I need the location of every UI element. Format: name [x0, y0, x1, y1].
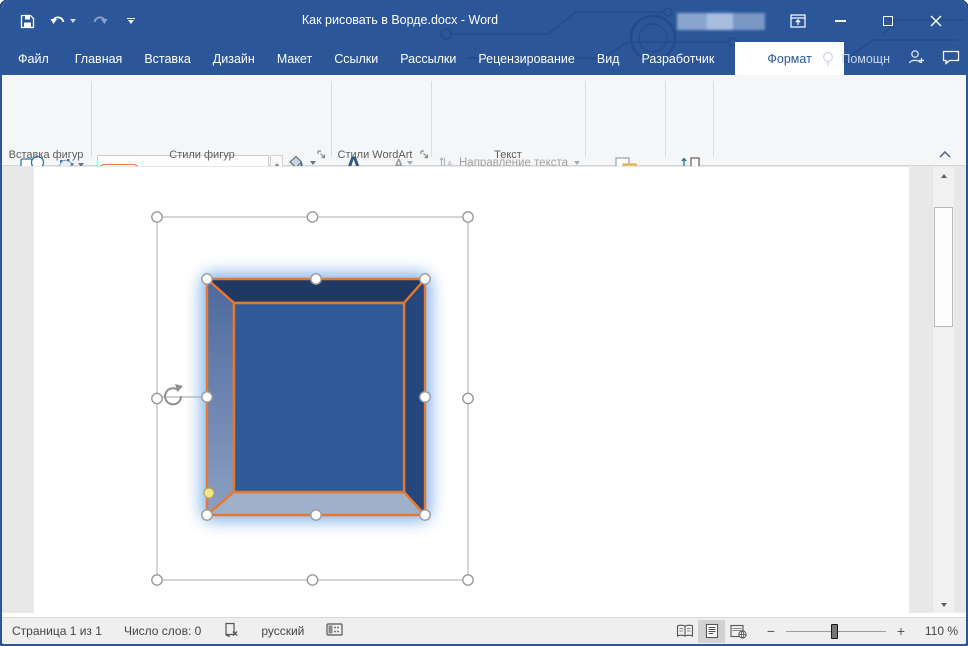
header: Как рисовать в Ворде.docx - Word Файл Гл… — [2, 0, 966, 75]
ribbon: Фигуры A Вставка фигур Абв — [2, 75, 966, 215]
print-layout-button[interactable] — [698, 619, 725, 643]
drawing-overlay — [151, 211, 474, 586]
group-divider — [91, 81, 92, 157]
maximize-button[interactable] — [872, 6, 904, 36]
tab-references[interactable]: Ссылки — [323, 42, 389, 75]
window-title: Как рисовать в Ворде.docx - Word — [301, 13, 499, 27]
customize-qat-button[interactable] — [118, 8, 144, 34]
status-bar: Страница 1 из 1 Число слов: 0 русский − … — [2, 617, 966, 644]
group-divider — [713, 81, 714, 157]
share-button[interactable] — [907, 49, 925, 68]
save-button[interactable] — [14, 8, 40, 34]
adjustment-handle[interactable] — [203, 487, 215, 499]
comments-button[interactable] — [942, 50, 960, 68]
zoom-in-button[interactable]: + — [894, 623, 908, 639]
wordart-dialog-launcher[interactable] — [419, 149, 430, 160]
language[interactable]: русский — [261, 624, 304, 638]
status-right-controls: − + 110 % — [671, 619, 958, 643]
text-direction-caret — [574, 161, 581, 165]
tab-view[interactable]: Вид — [586, 42, 631, 75]
tab-mailings[interactable]: Рассылки — [389, 42, 467, 75]
group-divider — [331, 81, 332, 157]
tab-insert[interactable]: Вставка — [133, 42, 201, 75]
maximize-icon — [883, 16, 893, 26]
undo-button[interactable] — [46, 8, 80, 34]
tab-design[interactable]: Дизайн — [202, 42, 266, 75]
tab-developer[interactable]: Разработчик — [630, 42, 725, 75]
word-count[interactable]: Число слов: 0 — [124, 624, 201, 638]
shape-fill-caret — [310, 161, 316, 165]
tab-file[interactable]: Файл — [3, 42, 64, 75]
comment-icon — [942, 50, 960, 65]
bevel-frame-shape[interactable] — [205, 277, 427, 517]
help-label: Помощн — [841, 51, 890, 66]
proofing-status[interactable] — [223, 622, 239, 641]
ribbon-display-options-button[interactable] — [782, 6, 814, 36]
close-icon — [930, 15, 942, 27]
group-label-insert-shapes: Вставка фигур — [8, 149, 84, 161]
redo-button[interactable] — [86, 8, 112, 34]
group-label-text: Текст — [494, 149, 522, 161]
scroll-up-button[interactable] — [933, 167, 954, 184]
redo-icon — [93, 16, 108, 24]
scrollbar-thumb[interactable] — [934, 207, 953, 327]
page-count[interactable]: Страница 1 из 1 — [12, 624, 102, 638]
print-layout-icon — [705, 623, 718, 639]
vertical-scrollbar[interactable] — [932, 167, 954, 613]
ribbon-display-options-icon — [790, 14, 806, 28]
group-divider — [585, 81, 586, 157]
customize-qat-caret — [128, 20, 134, 25]
web-layout-icon — [730, 624, 747, 639]
user-name-redacted — [677, 13, 765, 30]
close-button[interactable] — [920, 6, 952, 36]
tab-review[interactable]: Рецензирование — [467, 42, 586, 75]
frame-center-face[interactable] — [232, 301, 406, 494]
word-window: Как рисовать в Ворде.docx - Word Файл Гл… — [0, 0, 968, 646]
zoom-slider-thumb[interactable] — [831, 623, 838, 639]
rotate-handle[interactable] — [164, 384, 183, 406]
tab-home[interactable]: Главная — [64, 42, 134, 75]
share-person-icon — [908, 50, 924, 64]
text-fill-caret — [407, 161, 414, 165]
group-label-shape-styles: Стили фигур — [169, 149, 235, 161]
title-bar: Как рисовать в Ворде.docx - Word — [2, 0, 966, 42]
document-area — [2, 166, 966, 613]
shape-styles-dialog-launcher[interactable] — [316, 149, 327, 160]
group-divider — [665, 81, 666, 157]
zoom-out-button[interactable]: − — [764, 623, 778, 639]
customize-qat-bar — [127, 17, 135, 20]
read-mode-button[interactable] — [671, 620, 698, 643]
zoom-slider[interactable] — [786, 623, 886, 639]
tab-bar-extras: Помощн — [821, 42, 960, 75]
read-mode-icon — [676, 624, 693, 638]
undo-dropdown-caret[interactable] — [70, 19, 76, 23]
collapse-ribbon-button[interactable] — [938, 149, 952, 159]
tab-layout[interactable]: Макет — [266, 42, 323, 75]
group-label-wordart: Стили WordArt — [337, 149, 413, 161]
minimize-icon — [834, 20, 846, 22]
save-icon — [20, 14, 34, 28]
ribbon-tab-bar: Файл Главная Вставка Дизайн Макет Ссылки… — [2, 42, 966, 75]
macro-recorder[interactable] — [326, 623, 343, 639]
tell-me-help[interactable]: Помощн — [821, 51, 890, 67]
scroll-down-button[interactable] — [933, 596, 954, 613]
minimize-button[interactable] — [824, 6, 856, 36]
quick-access-toolbar — [14, 0, 144, 42]
zoom-level[interactable]: 110 % — [908, 624, 958, 638]
web-layout-button[interactable] — [725, 620, 752, 643]
proofing-icon — [225, 622, 238, 637]
group-divider — [431, 81, 432, 157]
macro-icon — [326, 623, 343, 636]
lightbulb-icon — [823, 51, 834, 66]
undo-icon — [50, 16, 65, 24]
